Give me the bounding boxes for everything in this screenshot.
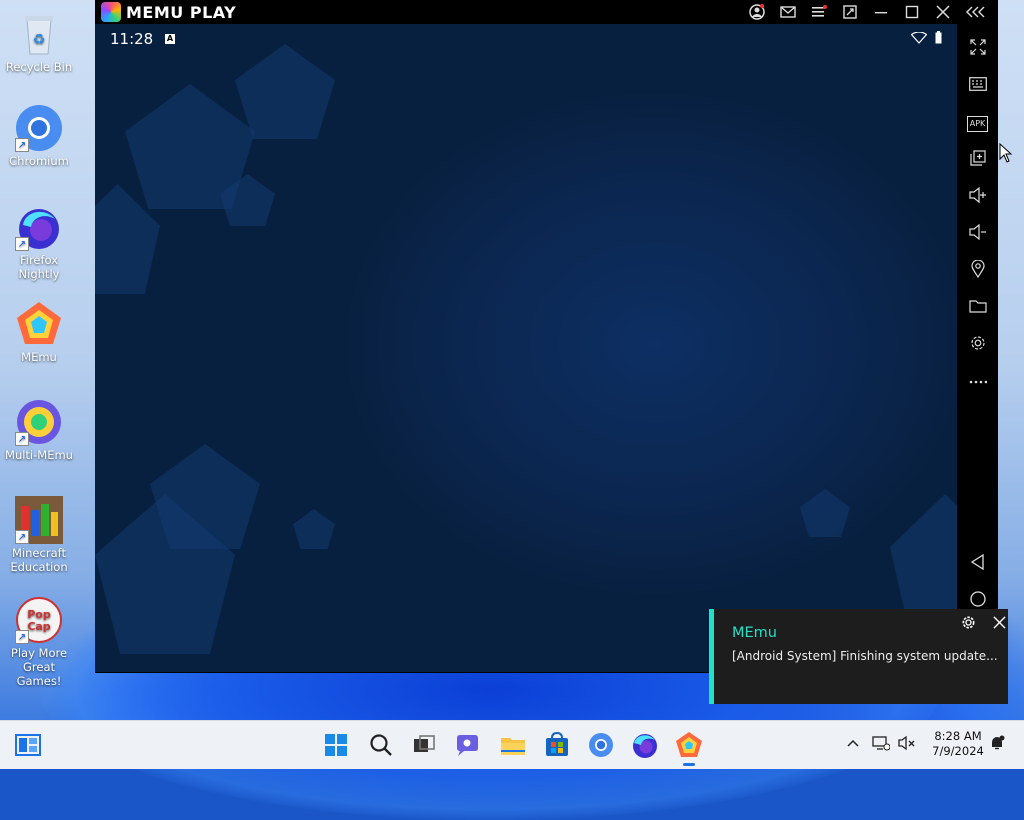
- memu-title: MEMU PLAY: [126, 2, 237, 22]
- desktop-icon-label: Firefox Nightly: [18, 253, 60, 281]
- desktop-icon-multi-memu[interactable]: ↗ Multi-MEmu: [2, 398, 76, 462]
- battery-icon: [935, 31, 942, 44]
- svg-text:♻: ♻: [33, 32, 46, 48]
- chromium-icon: ↗: [15, 104, 63, 152]
- keyboard-icon[interactable]: [957, 69, 998, 99]
- network-icon[interactable]: [872, 735, 891, 755]
- android-status-bar: 11:28 A: [95, 24, 957, 54]
- desktop-icon-memu[interactable]: MEmu: [2, 300, 76, 364]
- android-screen[interactable]: 11:28 A: [95, 24, 957, 672]
- shortcut-arrow-icon: ↗: [15, 237, 29, 251]
- desktop-icon-firefox-nightly[interactable]: ↗ Firefox Nightly: [2, 203, 76, 281]
- mouse-cursor-icon: [999, 143, 1013, 163]
- multi-memu-icon: ↗: [15, 398, 63, 446]
- desktop-icon-label: Recycle Bin: [5, 60, 73, 74]
- shortcut-arrow-icon: ↗: [15, 630, 29, 644]
- desktop-icon-label: Chromium: [9, 154, 69, 168]
- shortcut-arrow-icon: ↗: [15, 432, 29, 446]
- file-explorer-icon[interactable]: [498, 730, 528, 760]
- close-icon[interactable]: [932, 2, 954, 22]
- mail-icon[interactable]: [777, 2, 799, 22]
- wallpaper-shape: [235, 44, 335, 139]
- shortcut-arrow-icon: ↗: [15, 530, 29, 544]
- maximize-icon[interactable]: [901, 2, 923, 22]
- multi-window-icon[interactable]: [957, 143, 998, 173]
- taskbar-clock[interactable]: 8:28 AM 7/9/2024: [923, 729, 993, 759]
- svg-text:Cap: Cap: [27, 620, 50, 633]
- account-icon[interactable]: [746, 2, 768, 22]
- desktop-icon-label: Play More Great Games!: [10, 646, 68, 688]
- desktop-icon-label: Multi-MEmu: [5, 448, 73, 462]
- fullscreen-icon[interactable]: [957, 32, 998, 62]
- task-view-icon[interactable]: [409, 730, 439, 760]
- desktop-icon-label: Minecraft Education: [10, 546, 68, 574]
- recycle-bin-icon: ♻: [15, 10, 63, 58]
- search-icon[interactable]: [366, 730, 396, 760]
- memu-taskbar-icon[interactable]: [674, 730, 704, 766]
- show-hidden-icons-icon[interactable]: [846, 735, 860, 752]
- firefox-nightly-icon: ↗: [15, 203, 63, 251]
- keyboard-status-icon: A: [165, 34, 175, 44]
- popcap-icon: Pop Cap ↗: [15, 596, 63, 644]
- notification-settings-icon[interactable]: [958, 613, 978, 633]
- location-icon[interactable]: [957, 254, 998, 284]
- wallpaper-shape: [293, 509, 335, 549]
- back-icon[interactable]: [957, 547, 998, 577]
- settings-icon[interactable]: [957, 328, 998, 358]
- more-icon[interactable]: [957, 365, 998, 395]
- chat-icon[interactable]: [453, 730, 483, 760]
- active-app-indicator: [683, 763, 695, 766]
- notification-message: [Android System] Finishing system update…: [732, 649, 998, 663]
- widgets-icon[interactable]: [13, 730, 43, 760]
- apk-label: APK: [966, 116, 989, 132]
- memu-window: MEMU PLAY 11:28 A APK: [95, 0, 998, 673]
- wallpaper-shape: [800, 489, 850, 537]
- taskbar: 8:28 AM 7/9/2024: [0, 720, 1024, 769]
- folder-icon[interactable]: [957, 291, 998, 321]
- screenshot-mode-icon[interactable]: [839, 2, 861, 22]
- memu-icon: [15, 300, 63, 348]
- taskbar-time: 8:28 AM: [934, 729, 982, 743]
- desktop-icon-chromium[interactable]: ↗ Chromium: [2, 104, 76, 168]
- wifi-icon: [911, 32, 927, 44]
- firefox-taskbar-icon[interactable]: [630, 730, 660, 760]
- desktop-icon-minecraft-education[interactable]: ↗ Minecraft Education: [2, 496, 76, 574]
- volume-down-icon[interactable]: [957, 217, 998, 247]
- memu-logo: MEMU PLAY: [101, 2, 236, 22]
- collapse-sidebar-icon[interactable]: [965, 2, 987, 22]
- shortcut-arrow-icon: ↗: [15, 138, 29, 152]
- minimize-icon[interactable]: [870, 2, 892, 22]
- notifications-icon[interactable]: [989, 735, 1005, 755]
- memu-toolbar: APK: [957, 24, 998, 673]
- chromium-taskbar-icon[interactable]: [586, 730, 616, 760]
- store-icon[interactable]: [542, 730, 572, 760]
- android-clock: 11:28: [110, 30, 154, 48]
- apk-icon[interactable]: APK: [957, 106, 998, 136]
- memu-titlebar[interactable]: MEMU PLAY: [95, 0, 998, 24]
- notification-close-icon[interactable]: [989, 613, 1009, 633]
- start-icon[interactable]: [321, 730, 351, 760]
- volume-up-icon[interactable]: [957, 180, 998, 210]
- desktop-icon-recycle-bin[interactable]: ♻ Recycle Bin: [2, 10, 76, 74]
- notification-toast[interactable]: MEmu [Android System] Finishing system u…: [709, 609, 1008, 704]
- memu-logo-icon: [101, 2, 121, 22]
- menu-icon[interactable]: [808, 2, 830, 22]
- taskbar-date: 7/9/2024: [932, 744, 984, 758]
- desktop-icon-label: MEmu: [21, 350, 57, 364]
- desktop-icon-play-more-games[interactable]: Pop Cap ↗ Play More Great Games!: [2, 596, 76, 688]
- notification-app-name: MEmu: [732, 625, 777, 641]
- volume-muted-icon[interactable]: [898, 735, 916, 755]
- minecraft-education-icon: ↗: [15, 496, 63, 544]
